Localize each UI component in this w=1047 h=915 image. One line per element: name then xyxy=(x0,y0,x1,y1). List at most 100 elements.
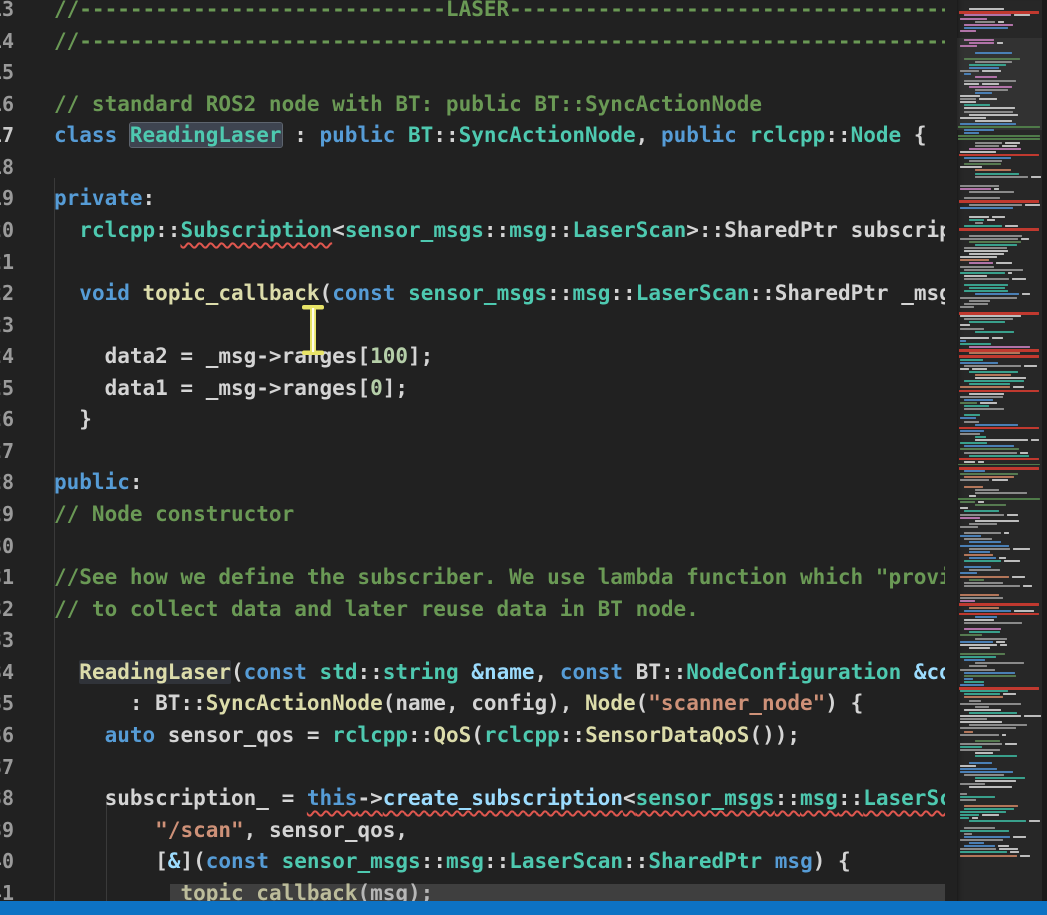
line-number[interactable]: 20 xyxy=(0,215,14,247)
line-number[interactable]: 16 xyxy=(0,89,14,121)
minimap-code-mark xyxy=(982,83,999,85)
minimap-code-mark xyxy=(969,548,1010,550)
line-number[interactable]: 26 xyxy=(0,404,14,436)
line-number[interactable]: 19 xyxy=(0,183,14,215)
line-number[interactable]: 28 xyxy=(0,467,14,499)
line-number[interactable]: 18 xyxy=(0,152,14,184)
line-number[interactable]: 31 xyxy=(0,562,14,594)
code-line-39[interactable]: 39 "/scan", sensor_qos, xyxy=(0,815,945,847)
line-number[interactable]: 27 xyxy=(0,436,14,468)
line-number[interactable]: 29 xyxy=(0,499,14,531)
line-number[interactable]: 39 xyxy=(0,815,14,847)
minimap-code-mark xyxy=(964,405,989,407)
horizontal-scrollbar[interactable] xyxy=(170,884,945,901)
minimap-code-mark xyxy=(964,132,979,134)
line-number[interactable]: 30 xyxy=(0,531,14,563)
minimap-code-mark xyxy=(975,436,986,438)
status-bar xyxy=(0,901,1047,915)
line-number[interactable]: 35 xyxy=(0,688,14,720)
line-number[interactable]: 15 xyxy=(0,57,14,89)
line-number[interactable]: 41 xyxy=(0,878,14,901)
line-number[interactable]: 22 xyxy=(0,278,14,310)
code-line-37[interactable]: 37 xyxy=(0,752,945,784)
code-line-18[interactable]: 18 xyxy=(0,152,945,184)
minimap-code-mark xyxy=(960,501,975,503)
code-line-16[interactable]: 16// standard ROS2 node with BT: public … xyxy=(0,89,945,121)
code-line-19[interactable]: 19private: xyxy=(0,183,945,215)
line-number[interactable]: 32 xyxy=(0,594,14,626)
code-line-22[interactable]: 22 void topic_callback(const sensor_msgs… xyxy=(0,278,945,310)
minimap-code-mark xyxy=(960,576,1009,578)
code-line-36[interactable]: 36 auto sensor_qos = rclcpp::QoS(rclcpp:… xyxy=(0,720,945,752)
code-line-35[interactable]: 35 : BT::SyncActionNode(name, config), N… xyxy=(0,688,945,720)
vscode-editor-window: 13//-----------------------------LASER--… xyxy=(0,0,1047,915)
minimap-code-mark xyxy=(964,805,1018,807)
line-number[interactable]: 37 xyxy=(0,752,14,784)
code-line-31[interactable]: 31//See how we define the subscriber. We… xyxy=(0,562,945,594)
minimap-code-mark xyxy=(958,138,1040,140)
minimap[interactable] xyxy=(957,0,1042,901)
minimap-code-mark xyxy=(969,371,1018,373)
line-number[interactable]: 34 xyxy=(0,657,14,689)
code-line-26[interactable]: 26 } xyxy=(0,404,945,436)
minimap-code-mark xyxy=(969,569,1000,571)
code-line-34[interactable]: 34 ReadingLaser(const std::string &name,… xyxy=(0,657,945,689)
code-line-28[interactable]: 28public: xyxy=(0,467,945,499)
code-line-21[interactable]: 21 xyxy=(0,247,945,279)
code-line-14[interactable]: 14//------------------------------------… xyxy=(0,26,945,58)
minimap-code-mark xyxy=(964,582,1003,584)
code-line-29[interactable]: 29// Node constructor xyxy=(0,499,945,531)
line-number[interactable]: 14 xyxy=(0,26,14,58)
code-line-24[interactable]: 24 data2 = _msg->ranges[100]; xyxy=(0,341,945,373)
line-number[interactable]: 25 xyxy=(0,373,14,405)
code-line-32[interactable]: 32// to collect data and later reuse dat… xyxy=(0,594,945,626)
code-line-15[interactable]: 15 xyxy=(0,57,945,89)
minimap-code-mark xyxy=(1024,365,1037,367)
minimap-code-mark xyxy=(975,145,999,147)
minimap-code-mark xyxy=(975,244,1017,246)
code-line-38[interactable]: 38 subscription_ = this->create_subscrip… xyxy=(0,783,945,815)
minimap-code-mark xyxy=(964,696,1003,698)
line-number[interactable]: 23 xyxy=(0,310,14,342)
code-line-40[interactable]: 40 [&](const sensor_msgs::msg::LaserScan… xyxy=(0,846,945,878)
mouse-ibeam-cursor xyxy=(297,304,329,356)
minimap-code-mark xyxy=(992,479,1008,481)
minimap-code-mark xyxy=(964,58,1020,60)
minimap-code-mark xyxy=(982,814,999,816)
line-number[interactable]: 21 xyxy=(0,247,14,279)
line-number[interactable]: 17 xyxy=(0,120,14,152)
minimap-code-mark xyxy=(960,396,1003,398)
minimap-code-mark xyxy=(964,532,1001,534)
code-line-33[interactable]: 33 xyxy=(0,625,945,657)
line-number[interactable]: 24 xyxy=(0,341,14,373)
minimap-code-mark xyxy=(964,399,993,401)
code-line-30[interactable]: 30 xyxy=(0,531,945,563)
minimap-code-mark xyxy=(964,619,994,621)
code-line-23[interactable]: 23 xyxy=(0,310,945,342)
line-number[interactable]: 36 xyxy=(0,720,14,752)
minimap-code-mark xyxy=(978,501,984,503)
line-number[interactable]: 38 xyxy=(0,783,14,815)
code-line-27[interactable]: 27 xyxy=(0,436,945,468)
line-number[interactable]: 33 xyxy=(0,625,14,657)
code-line-13[interactable]: 13//-----------------------------LASER--… xyxy=(0,0,945,26)
minimap-code-mark xyxy=(964,845,995,847)
minimap-code-mark xyxy=(1004,532,1009,534)
minimap-code-mark xyxy=(964,659,985,661)
minimap-code-mark xyxy=(964,675,1016,677)
line-number[interactable]: 40 xyxy=(0,846,14,878)
code-line-17[interactable]: 17class ReadingLaser : public BT::SyncAc… xyxy=(0,120,945,152)
line-number[interactable]: 13 xyxy=(0,0,14,26)
minimap-code-mark xyxy=(999,557,1006,559)
code-line-20[interactable]: 20 rclcpp::Subscription<sensor_msgs::msg… xyxy=(0,215,945,247)
minimap-code-mark xyxy=(969,300,990,302)
vertical-scrollbar-track[interactable] xyxy=(1042,0,1047,901)
code-editor-area[interactable]: 13//-----------------------------LASER--… xyxy=(0,0,945,901)
minimap-code-mark xyxy=(969,67,999,69)
code-line-text: //--------------------------------------… xyxy=(0,26,945,58)
minimap-code-mark xyxy=(1013,836,1026,838)
minimap-code-mark xyxy=(1014,610,1033,612)
minimap-code-mark xyxy=(1031,439,1039,441)
code-line-25[interactable]: 25 data1 = _msg->ranges[0]; xyxy=(0,373,945,405)
minimap-code-mark xyxy=(997,42,1003,44)
